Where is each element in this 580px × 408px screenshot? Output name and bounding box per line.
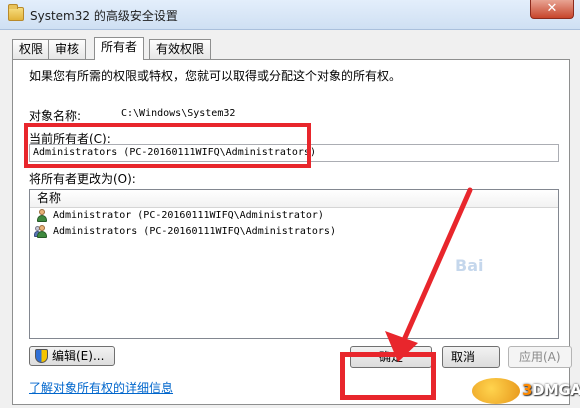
user-icon <box>35 209 49 223</box>
tab-effective-permissions[interactable]: 有效权限 <box>149 39 212 59</box>
watermark-logo <box>472 378 520 404</box>
change-owner-label: 将所有者更改为(O): <box>29 172 136 186</box>
tab-owner[interactable]: 所有者 <box>94 37 145 60</box>
watermark-brand: 3DMGAME <box>522 381 580 399</box>
list-column-header-name[interactable]: 名称 <box>30 190 558 208</box>
cancel-button[interactable]: 取消 <box>442 346 500 368</box>
list-item-label: Administrator (PC-20160111WIFQ\Administr… <box>53 210 324 221</box>
tab-permissions[interactable]: 权限 <box>12 39 51 59</box>
folder-icon <box>8 4 24 21</box>
tab-auditing[interactable]: 审核 <box>48 39 87 59</box>
list-item[interactable]: Administrator (PC-20160111WIFQ\Administr… <box>30 208 558 224</box>
object-name-label: 对象名称: <box>29 109 82 123</box>
list-item[interactable]: Administrators (PC-20160111WIFQ\Administ… <box>30 224 558 240</box>
apply-button[interactable]: 应用(A) <box>508 346 572 368</box>
owner-highlight-box <box>24 123 311 168</box>
users-group-icon <box>34 225 49 239</box>
ok-highlight-box <box>340 352 436 400</box>
close-button[interactable]: ✕ <box>530 0 574 19</box>
list-item-label: Administrators (PC-20160111WIFQ\Administ… <box>53 226 336 237</box>
title-bar: System32 的高级安全设置 ✕ <box>0 0 580 30</box>
ownership-details-link[interactable]: 了解对象所有权的详细信息 <box>29 379 173 396</box>
baidu-watermark: Bai <box>455 256 484 275</box>
object-name-value: C:\Windows\System32 <box>121 108 236 119</box>
edit-button[interactable]: 编辑(E)... <box>29 346 115 366</box>
window-title: System32 的高级安全设置 <box>30 9 178 23</box>
uac-shield-icon <box>35 349 48 363</box>
ownership-description: 如果您有所需的权限或特权，您就可以取得或分配这个对象的所有权。 <box>29 69 402 83</box>
edit-button-label: 编辑(E)... <box>52 349 105 363</box>
